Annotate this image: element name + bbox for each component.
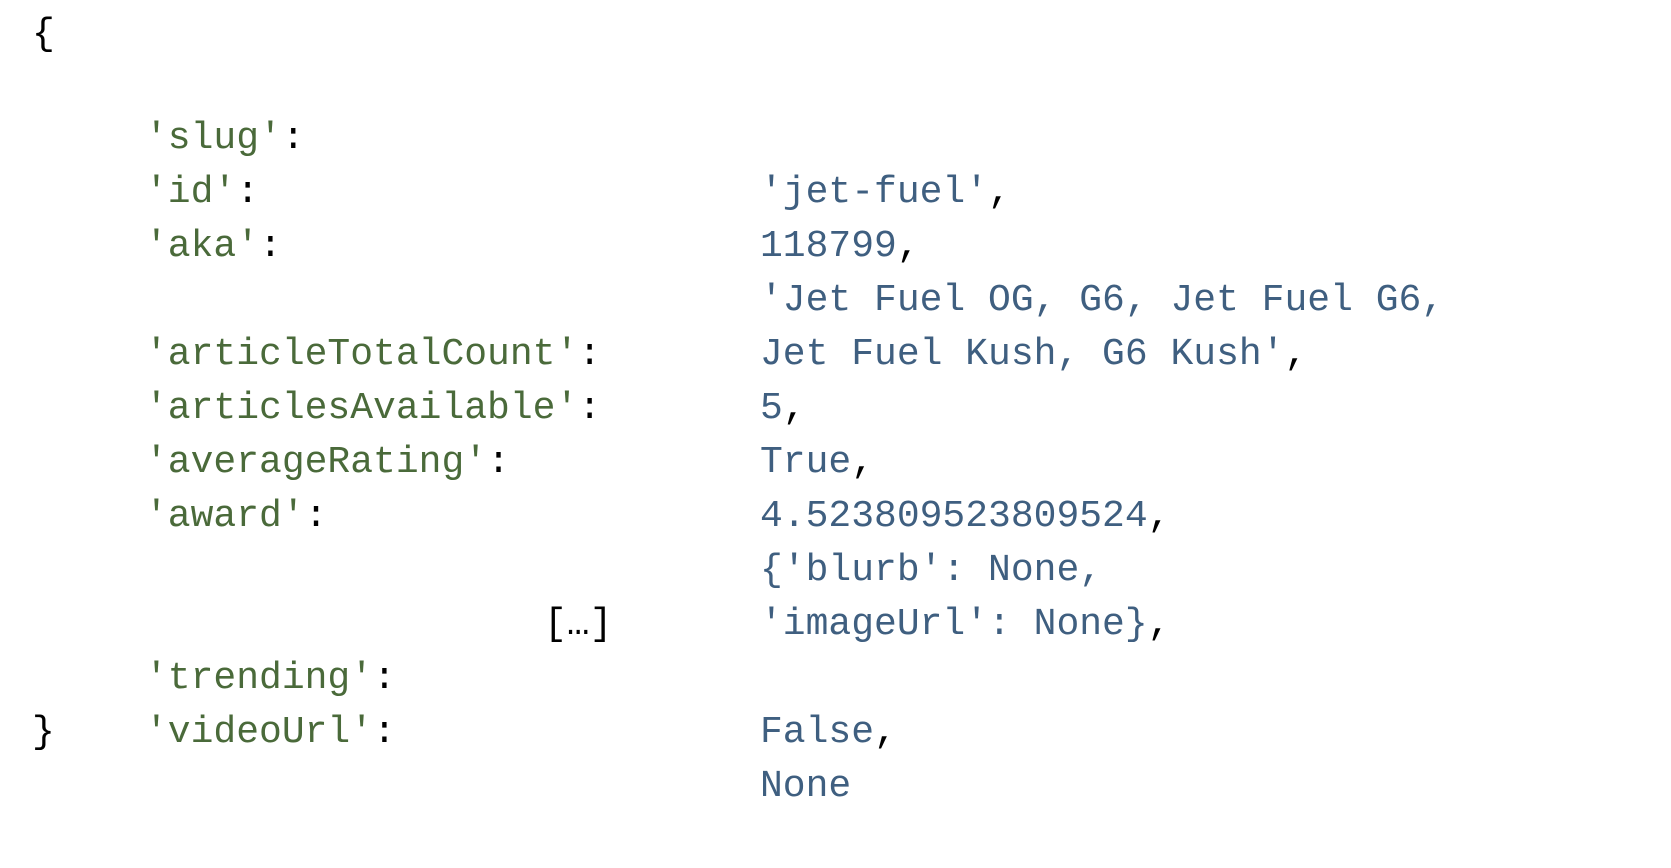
comma: , (874, 711, 897, 754)
value-trending: False (760, 711, 875, 754)
json-code-block: { 'slug': 'jet-fuel', 'id': 118799, 'aka… (0, 0, 1671, 808)
colon: : (373, 711, 396, 754)
code-line-average-rating: 'averageRating': 4.523809523809524, (0, 382, 1671, 538)
code-line-id: 'id': 118799, (0, 112, 1671, 268)
code-line-article-total-count: 'articleTotalCount': 5, (0, 274, 1671, 430)
code-line-award: 'award': {'blurb': None, (0, 436, 1671, 592)
open-brace: { (32, 13, 55, 56)
code-line-slug: 'slug': 'jet-fuel', (0, 58, 1671, 214)
close-brace: } (32, 711, 55, 754)
code-line-award-continued: 'imageUrl': None}, (0, 490, 1671, 646)
code-line-video-url: 'videoUrl': None (0, 652, 1671, 808)
value-video-url: None (760, 765, 852, 808)
key-video-url: 'videoUrl' (145, 711, 374, 754)
code-line-aka-continued: Jet Fuel Kush, G6 Kush', (0, 220, 1671, 376)
code-line-aka: 'aka': 'Jet Fuel OG, G6, Jet Fuel G6, (0, 166, 1671, 322)
code-line-articles-available: 'articlesAvailable': True, (0, 328, 1671, 484)
code-line-ellipsis: […] (0, 544, 1671, 646)
code-line-trending: 'trending': False, (0, 598, 1671, 754)
